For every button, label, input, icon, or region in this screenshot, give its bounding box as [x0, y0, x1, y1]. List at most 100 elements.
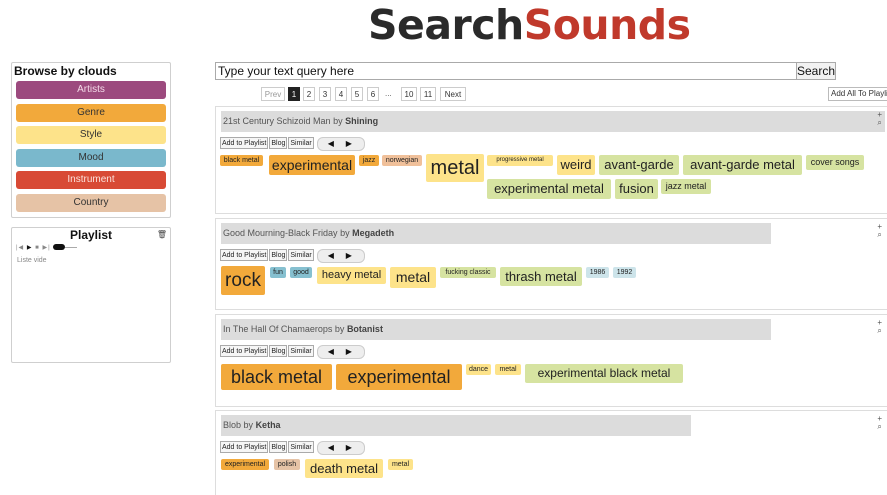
add-to-playlist-button[interactable]: Add to Playlist — [220, 137, 269, 149]
tag[interactable]: jazz — [359, 155, 379, 166]
audio-player[interactable]: ◀ ▶ — [316, 441, 365, 455]
cloud-country-button[interactable]: Country — [16, 194, 166, 212]
volume-icon[interactable]: ◀ — [328, 442, 334, 453]
next-track-icon[interactable]: ▶| — [42, 245, 50, 251]
tag[interactable]: metal — [495, 364, 521, 375]
tag[interactable]: weird — [557, 155, 595, 175]
tag[interactable]: metal — [426, 154, 484, 182]
play-icon[interactable]: ▶ — [346, 346, 352, 357]
page-1-button[interactable]: 1 — [288, 87, 300, 101]
tag[interactable]: 1986 — [586, 267, 609, 278]
prev-page-button[interactable]: Prev — [261, 87, 285, 101]
page-10-button[interactable]: 10 — [401, 87, 417, 101]
prev-track-icon[interactable]: |◀ — [16, 245, 24, 251]
search-input[interactable] — [215, 62, 797, 80]
track-title: Good Mourning-Black Friday — [223, 228, 338, 238]
page-3-button[interactable]: 3 — [319, 87, 331, 101]
audio-player[interactable]: ◀ ▶ — [316, 137, 365, 151]
result-title[interactable]: Good Mourning-Black Friday by Megadeth — [221, 223, 771, 244]
trash-icon[interactable]: 🗑 — [157, 230, 167, 239]
blog-button[interactable]: Blog — [269, 345, 288, 357]
blog-button[interactable]: Blog — [269, 249, 288, 261]
browse-clouds-panel: Browse by clouds Artists Genre Style Moo… — [11, 62, 171, 218]
page-2-button[interactable]: 2 — [303, 87, 315, 101]
tag[interactable]: thrash metal — [500, 267, 582, 286]
expand-icons[interactable]: + ⌕ — [877, 111, 882, 127]
similar-button[interactable]: Similar — [288, 249, 314, 261]
next-page-button[interactable]: Next — [440, 87, 466, 101]
audio-player[interactable]: ◀ ▶ — [316, 345, 365, 359]
tag[interactable]: good — [290, 267, 312, 278]
play-icon[interactable]: ▶ — [346, 250, 352, 261]
volume-icon[interactable]: ◀ — [328, 138, 334, 149]
tag[interactable]: fun — [270, 267, 286, 278]
tag[interactable]: experimental — [336, 364, 462, 390]
expand-icons[interactable]: + ⌕ — [877, 415, 882, 431]
add-to-playlist-button[interactable]: Add to Playlist — [220, 345, 269, 357]
play-icon[interactable]: ▶ — [346, 442, 352, 453]
volume-track[interactable] — [65, 246, 78, 248]
tag[interactable]: experimental — [269, 155, 355, 175]
volume-icon[interactable]: ◀ — [328, 346, 334, 357]
tag[interactable]: experimental black metal — [525, 364, 683, 383]
by-text: by — [333, 116, 343, 126]
tag[interactable]: black metal — [221, 364, 332, 390]
play-icon[interactable]: ▶ — [27, 245, 33, 251]
audio-player[interactable]: ◀ ▶ — [316, 249, 365, 263]
tag[interactable]: norwegian — [382, 155, 422, 166]
tag[interactable]: experimental metal — [487, 179, 611, 199]
tag[interactable]: fucking classic — [440, 267, 496, 278]
tag[interactable]: death metal — [305, 459, 383, 478]
by-text: by — [334, 324, 345, 334]
tag[interactable]: metal — [388, 459, 413, 470]
cloud-mood-button[interactable]: Mood — [16, 149, 166, 167]
result-title[interactable]: In The Hall Of Chamaerops by Botanist — [221, 319, 771, 340]
playlist-title: Playlist — [69, 228, 113, 242]
page-6-button[interactable]: 6 — [367, 87, 379, 101]
tag[interactable]: fusion — [615, 179, 658, 199]
page-4-button[interactable]: 4 — [335, 87, 347, 101]
result-title[interactable]: Blob by Ketha — [221, 415, 691, 436]
tag[interactable]: 1992 — [613, 267, 636, 278]
tag[interactable]: rock — [221, 266, 265, 295]
play-icon[interactable]: ▶ — [346, 138, 352, 149]
add-to-playlist-button[interactable]: Add to Playlist — [220, 249, 269, 261]
tag[interactable]: avant-garde — [599, 155, 679, 175]
add-all-to-playlist-button[interactable]: Add All To Playlist — [828, 87, 887, 101]
similar-button[interactable]: Similar — [288, 441, 314, 453]
tag[interactable]: cover songs — [806, 155, 864, 170]
volume-knob[interactable] — [53, 244, 66, 251]
cloud-instrument-button[interactable]: Instrument — [16, 171, 166, 189]
tag[interactable]: dance — [466, 364, 491, 375]
tag[interactable]: polish — [274, 459, 300, 470]
result-title[interactable]: 21st Century Schizoid Man by Shining — [221, 111, 885, 132]
page-11-button[interactable]: 11 — [420, 87, 436, 101]
page-5-button[interactable]: 5 — [351, 87, 363, 101]
add-to-playlist-button[interactable]: Add to Playlist — [220, 441, 269, 453]
blog-button[interactable]: Blog — [269, 137, 288, 149]
stop-icon[interactable]: ■ — [35, 245, 40, 251]
tag[interactable]: experimental — [221, 459, 269, 470]
result-actions: Add to Playlist Blog Similar ◀ ▶ — [220, 441, 365, 455]
search-button[interactable]: Search — [796, 62, 836, 80]
track-title: Blob — [223, 420, 242, 430]
by-text: by — [243, 420, 254, 430]
expand-icons[interactable]: + ⌕ — [877, 319, 882, 335]
volume-icon[interactable]: ◀ — [328, 250, 334, 261]
cloud-artists-button[interactable]: Artists — [16, 81, 166, 99]
artist-name: Botanist — [346, 324, 383, 334]
playlist-empty-text: Liste vide — [17, 257, 47, 264]
similar-button[interactable]: Similar — [288, 345, 314, 357]
tag[interactable]: heavy metal — [317, 267, 386, 284]
cloud-genre-button[interactable]: Genre — [16, 104, 166, 122]
tag[interactable]: progressive metal — [487, 155, 553, 166]
similar-button[interactable]: Similar — [288, 137, 314, 149]
blog-button[interactable]: Blog — [269, 441, 288, 453]
tag[interactable]: black metal — [220, 155, 263, 166]
playlist-controls: |◀ ▶ ■ ▶| — [16, 244, 78, 251]
tag[interactable]: avant-garde metal — [683, 155, 802, 175]
expand-icons[interactable]: + ⌕ — [877, 223, 882, 239]
tag[interactable]: metal — [390, 267, 436, 288]
cloud-style-button[interactable]: Style — [16, 126, 166, 144]
tag[interactable]: jazz metal — [661, 179, 711, 194]
